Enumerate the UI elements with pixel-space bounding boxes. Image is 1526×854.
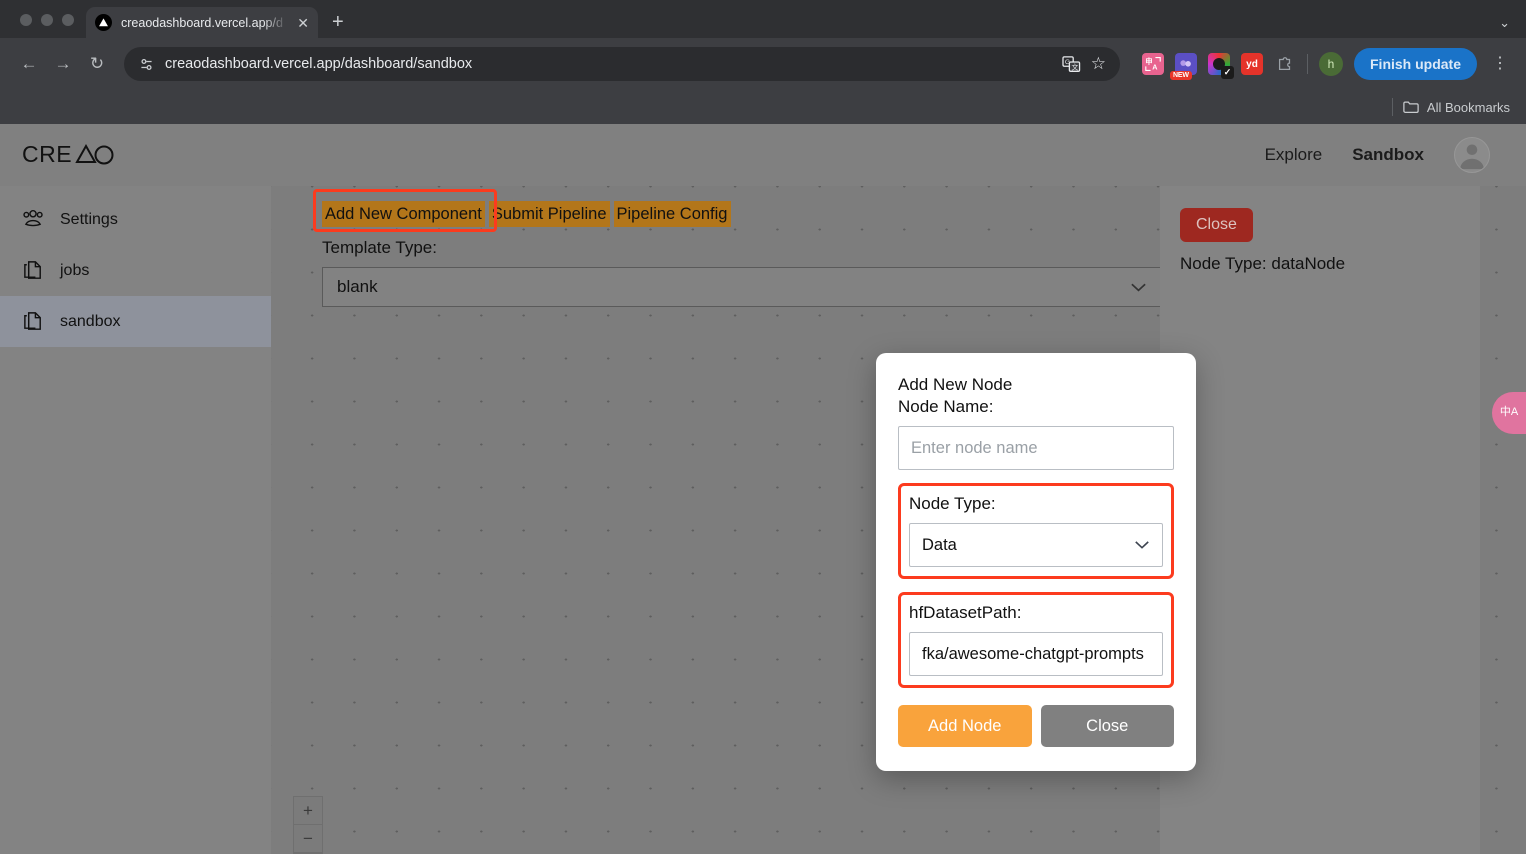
documents-copy-icon — [22, 310, 45, 333]
node-name-input[interactable]: Enter node name — [898, 426, 1174, 470]
hf-dataset-path-label: hfDatasetPath: — [909, 603, 1022, 622]
url-text: creaodashboard.vercel.app/dashboard/sand… — [165, 56, 473, 72]
back-button[interactable]: ← — [14, 49, 44, 79]
documents-copy-icon — [22, 259, 45, 282]
pipeline-config-button[interactable]: Pipeline Config — [613, 201, 731, 228]
modal-close-button[interactable]: Close — [1040, 705, 1174, 747]
pipeline-canvas[interactable]: Add New Component Submit Pipeline Pipeli… — [271, 186, 1526, 854]
hf-dataset-path-input[interactable]: fka/awesome-chatgpt-prompts — [909, 632, 1163, 676]
template-type-label: Template Type: — [322, 238, 437, 257]
window-traffic-lights[interactable] — [12, 14, 86, 38]
sidebar-item-label: Settings — [60, 210, 118, 228]
sidebar-item-sandbox[interactable]: sandbox — [0, 296, 271, 347]
zoom-out-button[interactable]: − — [294, 825, 322, 853]
close-window-button[interactable] — [20, 14, 32, 26]
forward-button[interactable]: → — [48, 49, 78, 79]
finish-update-button[interactable]: Finish update — [1354, 48, 1477, 80]
add-node-button[interactable]: Add Node — [898, 705, 1032, 747]
highlight-hf-dataset-group: hfDatasetPath: fka/awesome-chatgpt-promp… — [898, 592, 1174, 688]
address-bar[interactable]: creaodashboard.vercel.app/dashboard/sand… — [124, 47, 1120, 81]
new-extension-icon[interactable]: NEW — [1170, 53, 1197, 80]
canvas-toolbar: Add New Component Submit Pipeline Pipeli… — [322, 201, 731, 228]
panel-close-button[interactable]: Close — [1180, 208, 1253, 242]
sidebar: Settings jobs sandbox — [0, 186, 271, 854]
translate-extension-icon[interactable]: 申 A — [1142, 53, 1164, 75]
all-bookmarks-label: All Bookmarks — [1426, 99, 1510, 115]
maximize-window-button[interactable] — [62, 14, 74, 26]
all-bookmarks-button[interactable]: All Bookmarks — [1403, 100, 1510, 115]
toolbar-divider — [1307, 54, 1308, 74]
nav-sandbox[interactable]: Sandbox — [1352, 145, 1424, 165]
minimize-window-button[interactable] — [41, 14, 53, 26]
extensions-area: 申 A NEW ✓ yd h Finish update ⋮ — [1132, 48, 1512, 80]
svg-text:CRE: CRE — [22, 142, 72, 167]
new-tab-button[interactable]: + — [332, 12, 344, 32]
add-new-node-modal: Add New Node Node Name: Enter node name … — [876, 353, 1196, 771]
app-nav: Explore Sandbox — [1265, 137, 1490, 173]
sidebar-item-label: jobs — [60, 261, 90, 279]
chevron-down-icon — [1134, 540, 1150, 550]
sidebar-item-label: sandbox — [60, 312, 121, 330]
user-avatar[interactable] — [1454, 137, 1490, 173]
chevron-down-icon — [1130, 282, 1147, 293]
vercel-logo-icon — [95, 14, 112, 31]
browser-window: creaodashboard.vercel.app/d ✕ + ⌄ ← → ↻ … — [0, 0, 1526, 854]
new-badge: NEW — [1170, 71, 1192, 80]
profile-avatar-button[interactable]: h — [1319, 52, 1343, 76]
browser-menu-icon[interactable]: ⋮ — [1488, 56, 1512, 72]
reload-button[interactable]: ↻ — [82, 49, 112, 79]
sidebar-item-jobs[interactable]: jobs — [0, 245, 271, 296]
youdao-extension-icon[interactable]: yd — [1241, 53, 1263, 75]
translate-icon[interactable]: G 文 — [1062, 55, 1081, 73]
bookmarks-bar: All Bookmarks — [0, 90, 1526, 124]
modal-actions: Add Node Close — [898, 705, 1174, 747]
site-settings-icon[interactable] — [138, 56, 155, 73]
extensions-puzzle-icon[interactable] — [1274, 53, 1296, 75]
translate-floating-widget[interactable]: 中A — [1492, 392, 1526, 434]
nav-explore[interactable]: Explore — [1265, 145, 1323, 165]
node-name-label: Node Name: — [898, 397, 994, 416]
browser-tab[interactable]: creaodashboard.vercel.app/d ✕ — [86, 7, 318, 38]
node-details-panel: Close Node Type: dataNode — [1160, 186, 1480, 854]
node-type-label: Node Type: — [909, 494, 996, 513]
svg-text:A: A — [1152, 63, 1157, 72]
folder-icon — [1403, 100, 1419, 114]
app-body: Settings jobs sandbox Add New Component … — [0, 186, 1526, 854]
svg-text:文: 文 — [1071, 62, 1078, 71]
color-ring-extension-icon[interactable]: ✓ — [1208, 53, 1234, 79]
add-new-component-button[interactable]: Add New Component — [322, 201, 485, 228]
node-type-select[interactable]: Data — [909, 523, 1163, 567]
bookmarks-divider — [1391, 98, 1393, 116]
template-type-value: blank — [337, 277, 378, 296]
users-group-icon — [22, 209, 45, 230]
check-icon: ✓ — [1221, 66, 1234, 79]
submit-pipeline-button[interactable]: Submit Pipeline — [488, 201, 610, 228]
highlight-node-type-group: Node Type: Data — [898, 483, 1174, 579]
zoom-in-button[interactable]: + — [294, 797, 322, 825]
node-type-value: Data — [922, 535, 957, 554]
sidebar-item-settings[interactable]: Settings — [0, 194, 271, 245]
template-type-select[interactable]: blank — [322, 267, 1162, 307]
bookmark-star-icon[interactable]: ☆ — [1091, 54, 1106, 74]
browser-toolbar: ← → ↻ creaodashboard.vercel.app/dashboar… — [0, 38, 1526, 90]
modal-title: Add New Node — [898, 375, 1013, 394]
creao-logo[interactable]: CRE — [22, 142, 134, 168]
canvas-zoom-controls: + − — [293, 796, 323, 854]
panel-node-type-text: Node Type: dataNode — [1180, 254, 1346, 273]
page-content: CRE Explore Sandbox Settings jobs sandbo… — [0, 124, 1526, 854]
app-header: CRE Explore Sandbox — [0, 124, 1526, 186]
tab-strip: creaodashboard.vercel.app/d ✕ + ⌄ — [0, 0, 1526, 38]
chevron-down-icon[interactable]: ⌄ — [1499, 15, 1510, 31]
tab-title: creaodashboard.vercel.app/d — [121, 15, 283, 30]
close-tab-icon[interactable]: ✕ — [297, 16, 309, 30]
